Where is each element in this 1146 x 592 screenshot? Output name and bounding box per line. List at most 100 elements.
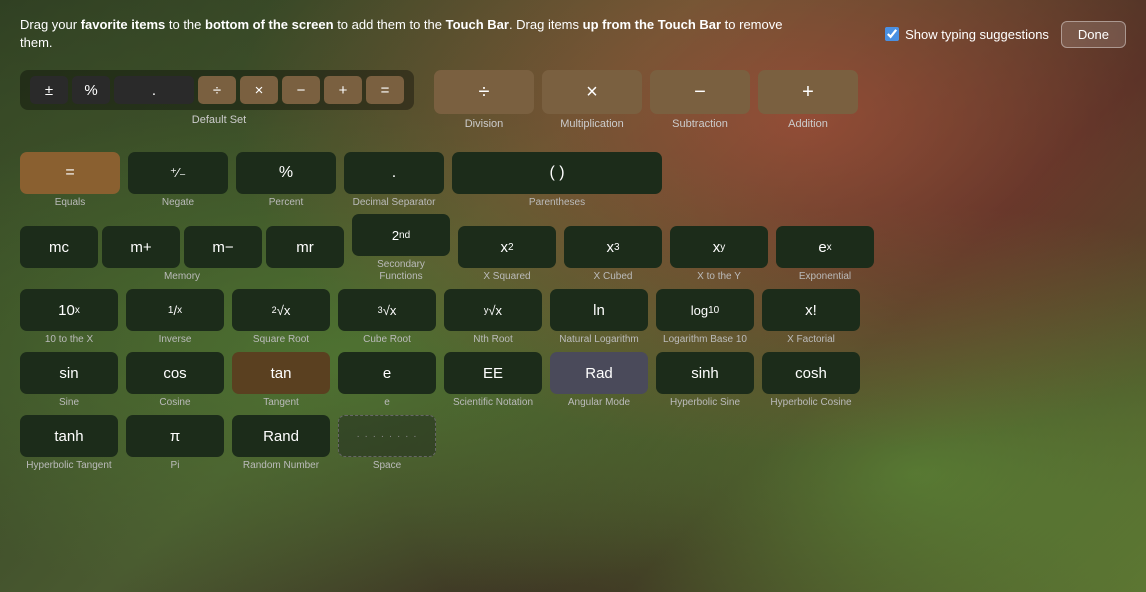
angular-mode-button[interactable]: Rad — [550, 352, 648, 394]
cosine-item: cos Cosine — [126, 352, 224, 409]
ten-to-x-button[interactable]: 10x — [20, 289, 118, 331]
cosine-label: Cosine — [159, 397, 190, 409]
cube-root-button[interactable]: 3√x — [338, 289, 436, 331]
row2: mc m+ m− mr Memory 2nd SecondaryFunctio — [20, 214, 1126, 283]
hyperbolic-tangent-label: Hyperbolic Tangent — [26, 460, 111, 472]
row1: = Equals ⁺∕₋ Negate % Percent . Decimal … — [20, 152, 1126, 208]
ds-plus-btn[interactable]: + — [324, 76, 362, 104]
hyperbolic-tangent-button[interactable]: tanh — [20, 415, 118, 457]
pi-button[interactable]: π — [126, 415, 224, 457]
inverse-button[interactable]: 1/x — [126, 289, 224, 331]
angular-mode-item: Rad Angular Mode — [550, 352, 648, 409]
ds-multiply-btn[interactable]: × — [240, 76, 278, 104]
x-to-y-button[interactable]: xy — [670, 226, 768, 268]
addition-label: Addition — [788, 118, 828, 130]
tangent-button[interactable]: tan — [232, 352, 330, 394]
sine-button[interactable]: sin — [20, 352, 118, 394]
parentheses-item: ( ) Parentheses — [452, 152, 662, 208]
mc-item: mc — [20, 226, 98, 268]
log10-label: Logarithm Base 10 — [663, 334, 747, 346]
hyperbolic-sine-label: Hyperbolic Sine — [670, 397, 740, 409]
instruction-text: Drag your favorite items to the bottom o… — [20, 16, 800, 52]
negate-label: Negate — [162, 197, 194, 208]
operators-section: ÷ Division × Multiplication − Subtractio… — [434, 70, 858, 130]
parentheses-button[interactable]: ( ) — [452, 152, 662, 194]
multiplication-label: Multiplication — [560, 118, 624, 130]
mr-button[interactable]: mr — [266, 226, 344, 268]
scientific-notation-label: Scientific Notation — [453, 397, 533, 409]
subtraction-item: − Subtraction — [650, 70, 750, 130]
decimal-label: Decimal Separator — [353, 197, 436, 208]
random-number-item: Rand Random Number — [232, 415, 330, 472]
equals-button[interactable]: = — [20, 152, 120, 194]
negate-item: ⁺∕₋ Negate — [128, 152, 228, 208]
ds-minus-btn[interactable]: − — [282, 76, 320, 104]
addition-button[interactable]: + — [758, 70, 858, 114]
exponential-button[interactable]: ex — [776, 226, 874, 268]
show-typing-checkbox-label[interactable]: Show typing suggestions — [885, 27, 1049, 42]
division-button[interactable]: ÷ — [434, 70, 534, 114]
x-to-y-label: X to the Y — [697, 271, 741, 283]
x-squared-button[interactable]: x2 — [458, 226, 556, 268]
multiplication-button[interactable]: × — [542, 70, 642, 114]
x-factorial-button[interactable]: x! — [762, 289, 860, 331]
natural-log-label: Natural Logarithm — [559, 334, 638, 346]
space-button[interactable]: · · · · · · · · — [338, 415, 436, 457]
inverse-label: Inverse — [159, 334, 192, 346]
log10-button[interactable]: log10 — [656, 289, 754, 331]
pi-label: Pi — [171, 460, 180, 472]
square-root-label: Square Root — [253, 334, 309, 346]
tangent-label: Tangent — [263, 397, 299, 409]
ds-dot-btn[interactable]: . — [114, 76, 194, 104]
natural-log-button[interactable]: ln — [550, 289, 648, 331]
percent-button[interactable]: % — [236, 152, 336, 194]
memory-group: mc m+ m− mr Memory — [20, 226, 344, 283]
ds-equals-btn[interactable]: = — [366, 76, 404, 104]
mc-button[interactable]: mc — [20, 226, 98, 268]
default-set-row: ± % . ÷ × − + = — [20, 70, 414, 110]
x-to-y-item: xy X to the Y — [670, 226, 768, 283]
x-squared-label: X Squared — [483, 271, 530, 283]
equals-label: Equals — [55, 197, 86, 208]
multiplication-item: × Multiplication — [542, 70, 642, 130]
ds-percent-btn[interactable]: % — [72, 76, 110, 104]
hyperbolic-cosine-button[interactable]: cosh — [762, 352, 860, 394]
ten-to-x-item: 10x 10 to the X — [20, 289, 118, 346]
square-root-button[interactable]: 2√x — [232, 289, 330, 331]
hyperbolic-sine-button[interactable]: sinh — [656, 352, 754, 394]
ds-plusminus-btn[interactable]: ± — [30, 76, 68, 104]
sine-label: Sine — [59, 397, 79, 409]
cosine-button[interactable]: cos — [126, 352, 224, 394]
exponential-item: ex Exponential — [776, 226, 874, 283]
done-button[interactable]: Done — [1061, 21, 1126, 48]
random-number-button[interactable]: Rand — [232, 415, 330, 457]
percent-item: % Percent — [236, 152, 336, 208]
ten-to-x-label: 10 to the X — [45, 334, 93, 346]
x-cubed-button[interactable]: x3 — [564, 226, 662, 268]
show-typing-checkbox[interactable] — [885, 27, 899, 41]
subtraction-button[interactable]: − — [650, 70, 750, 114]
row4: sin Sine cos Cosine tan Tangent e e EE S… — [20, 352, 1126, 409]
decimal-button[interactable]: . — [344, 152, 444, 194]
mplus-item: m+ — [102, 226, 180, 268]
x-factorial-label: X Factorial — [787, 334, 835, 346]
nth-root-button[interactable]: y√x — [444, 289, 542, 331]
default-set-section: ± % . ÷ × − + = Default Set — [20, 70, 414, 126]
show-typing-label: Show typing suggestions — [905, 27, 1049, 42]
secondary-functions-label: SecondaryFunctions — [377, 259, 425, 283]
secondary-functions-button[interactable]: 2nd — [352, 214, 450, 256]
mplus-button[interactable]: m+ — [102, 226, 180, 268]
negate-button[interactable]: ⁺∕₋ — [128, 152, 228, 194]
row5: tanh Hyperbolic Tangent π Pi Rand Random… — [20, 415, 1126, 472]
ds-divide-btn[interactable]: ÷ — [198, 76, 236, 104]
nth-root-label: Nth Root — [473, 334, 512, 346]
random-number-label: Random Number — [243, 460, 319, 472]
x-squared-item: x2 X Squared — [458, 226, 556, 283]
sine-item: sin Sine — [20, 352, 118, 409]
scientific-notation-button[interactable]: EE — [444, 352, 542, 394]
e-item: e e — [338, 352, 436, 409]
mminus-button[interactable]: m− — [184, 226, 262, 268]
division-label: Division — [465, 118, 504, 130]
e-button[interactable]: e — [338, 352, 436, 394]
division-item: ÷ Division — [434, 70, 534, 130]
